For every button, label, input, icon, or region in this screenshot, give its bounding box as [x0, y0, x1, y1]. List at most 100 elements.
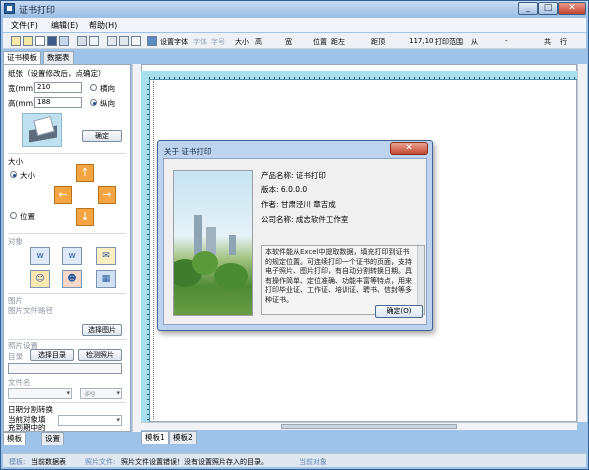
- size-radio[interactable]: [10, 171, 17, 178]
- about-dialog: 关于 证书打印 ✕ 产品名称: 证书打印 版本: 6.0.0.0 作者: 甘肃泾…: [157, 140, 433, 331]
- description-text: 本软件能从Excel中提取数据，填充打印到证书的规定位置。可连续打印一个证书的页…: [265, 248, 412, 304]
- print-range-dash: -: [505, 37, 508, 45]
- font-size-button[interactable]: 字号: [211, 37, 225, 47]
- tree-shape: [192, 251, 218, 275]
- divider: [8, 402, 126, 403]
- set-font-button[interactable]: 设置字体: [160, 37, 188, 47]
- blank-page-icon[interactable]: [35, 36, 45, 46]
- product-name: 产品名称: 证书打印: [261, 171, 326, 180]
- maximize-button[interactable]: □: [538, 2, 558, 15]
- filename-select[interactable]: [8, 388, 72, 399]
- divider: [8, 153, 126, 154]
- picture-icon[interactable]: ▦: [96, 270, 116, 288]
- size-heading: 大小: [8, 157, 23, 166]
- menu-help[interactable]: 帮助(H): [89, 20, 117, 31]
- font-body-button[interactable]: 字体: [193, 37, 207, 47]
- canvas-vertical-scrollbar[interactable]: [577, 64, 587, 422]
- building-shape: [229, 235, 236, 255]
- status-bar: 模板: 当前数据表 照片文件: 照片文件设置错误！没有设置照片存入的目录。 当前…: [3, 453, 586, 467]
- menu-file[interactable]: 文件(F): [11, 20, 38, 31]
- title-bar[interactable]: 证书打印 _ □ ✕: [1, 1, 588, 17]
- object-heading: 对象: [8, 237, 23, 246]
- person-photo-icon[interactable]: ☻: [62, 270, 82, 288]
- scroll-thumb[interactable]: [281, 424, 457, 429]
- tab-settings[interactable]: 设置: [41, 432, 64, 445]
- company-name: 公司名称: 成志软件工作室: [261, 215, 349, 224]
- tab-certificate-template[interactable]: 证书模板: [3, 51, 41, 64]
- vertical-ruler: [141, 80, 150, 422]
- tab-template-2[interactable]: 模板2: [169, 431, 197, 444]
- printer-icon: [22, 113, 62, 147]
- about-dialog-title: 关于 证书打印: [164, 147, 212, 156]
- toolbar: 设置字体 字体 字号 大小 高 宽 位置 距左 距顶 117,10 打印范围 从…: [3, 33, 586, 49]
- arrow-up-icon[interactable]: ↑: [76, 164, 94, 182]
- text-area-icon[interactable]: w: [62, 247, 82, 265]
- save-icon[interactable]: [47, 36, 57, 46]
- position-label: 位置: [313, 38, 327, 46]
- arrow-down-icon[interactable]: ↓: [76, 208, 94, 226]
- new-icon[interactable]: [11, 36, 21, 46]
- minimize-button[interactable]: _: [518, 2, 538, 15]
- ok-button[interactable]: 确定(O): [375, 305, 423, 318]
- coordinates-readout: 117,10: [409, 37, 434, 45]
- open-folder-icon[interactable]: [23, 36, 33, 46]
- envelope-icon[interactable]: ✉: [96, 247, 116, 265]
- position-radio[interactable]: [10, 212, 17, 219]
- menu-bar: 文件(F) 编辑(E) 帮助(H): [3, 18, 586, 32]
- close-button[interactable]: ✕: [558, 2, 586, 15]
- description-scrollbar[interactable]: [417, 246, 424, 314]
- tab-template-1[interactable]: 模板1: [141, 431, 169, 444]
- size-label: 大小: [235, 38, 249, 46]
- canvas-horizontal-scrollbar[interactable]: [141, 422, 577, 430]
- position-radio-label: 位置: [20, 212, 35, 221]
- width-input[interactable]: 210: [34, 82, 82, 93]
- copy-icon[interactable]: [107, 36, 117, 46]
- arrow-left-icon[interactable]: ←: [54, 186, 72, 204]
- height-input[interactable]: 188: [34, 97, 82, 108]
- choose-picture-button[interactable]: 选择图片: [82, 324, 122, 336]
- version: 版本: 6.0.0.0: [261, 185, 308, 194]
- margin-guide: [153, 81, 154, 419]
- width-label: 宽(mm): [8, 84, 36, 93]
- row-label: 行: [560, 38, 567, 46]
- app-icon: [4, 3, 15, 14]
- height-label: 高: [255, 38, 262, 46]
- left-panel: 纸张（设置修改后，点确定） 宽(mm) 210 横向 高(mm) 188 纵向 …: [3, 64, 131, 432]
- print-from-label: 从: [471, 38, 478, 46]
- status-photo-label: 照片文件:: [85, 458, 116, 466]
- left-panel-scrollbar[interactable]: [132, 64, 141, 432]
- smiley-icon[interactable]: ☺: [30, 270, 50, 288]
- detect-photo-button[interactable]: 检测照片: [78, 349, 122, 361]
- landscape-radio[interactable]: [90, 84, 97, 91]
- about-close-button[interactable]: ✕: [390, 142, 428, 155]
- status-template-label: 模板:: [9, 458, 26, 466]
- menu-edit[interactable]: 编辑(E): [51, 20, 78, 31]
- tree-shape: [214, 263, 248, 289]
- divider: [8, 293, 126, 294]
- height-label: 高(mm): [8, 99, 36, 108]
- building-shape: [194, 215, 202, 255]
- print-preview-icon[interactable]: [89, 36, 99, 46]
- status-current-object: 当前对象: [299, 458, 327, 466]
- save-as-icon[interactable]: [59, 36, 69, 46]
- landscape-label: 横向: [100, 84, 115, 93]
- app-window: 证书打印 _ □ ✕ 文件(F) 编辑(E) 帮助(H) 设置字体 字体 字号 …: [0, 0, 589, 470]
- directory-label: 目录: [8, 352, 23, 361]
- filename-label: 文件名: [8, 378, 31, 387]
- tab-data-table[interactable]: 数据表: [43, 51, 74, 64]
- font-icon[interactable]: [147, 36, 157, 46]
- scissors-icon[interactable]: [131, 36, 141, 46]
- paste-icon[interactable]: [119, 36, 129, 46]
- portrait-radio[interactable]: [90, 99, 97, 106]
- text-box-icon[interactable]: w: [30, 247, 50, 265]
- extension-select[interactable]: .jpg: [80, 388, 122, 399]
- arrow-right-icon[interactable]: →: [98, 186, 116, 204]
- tab-template[interactable]: 模板: [3, 432, 26, 445]
- status-template-value: 当前数据表: [31, 458, 66, 466]
- print-icon[interactable]: [77, 36, 87, 46]
- confirm-button[interactable]: 确定: [82, 130, 122, 142]
- directory-input[interactable]: [8, 363, 122, 374]
- horizontal-ruler: [149, 71, 577, 80]
- fill-select[interactable]: [58, 415, 122, 426]
- choose-directory-button[interactable]: 选择目录: [30, 349, 74, 361]
